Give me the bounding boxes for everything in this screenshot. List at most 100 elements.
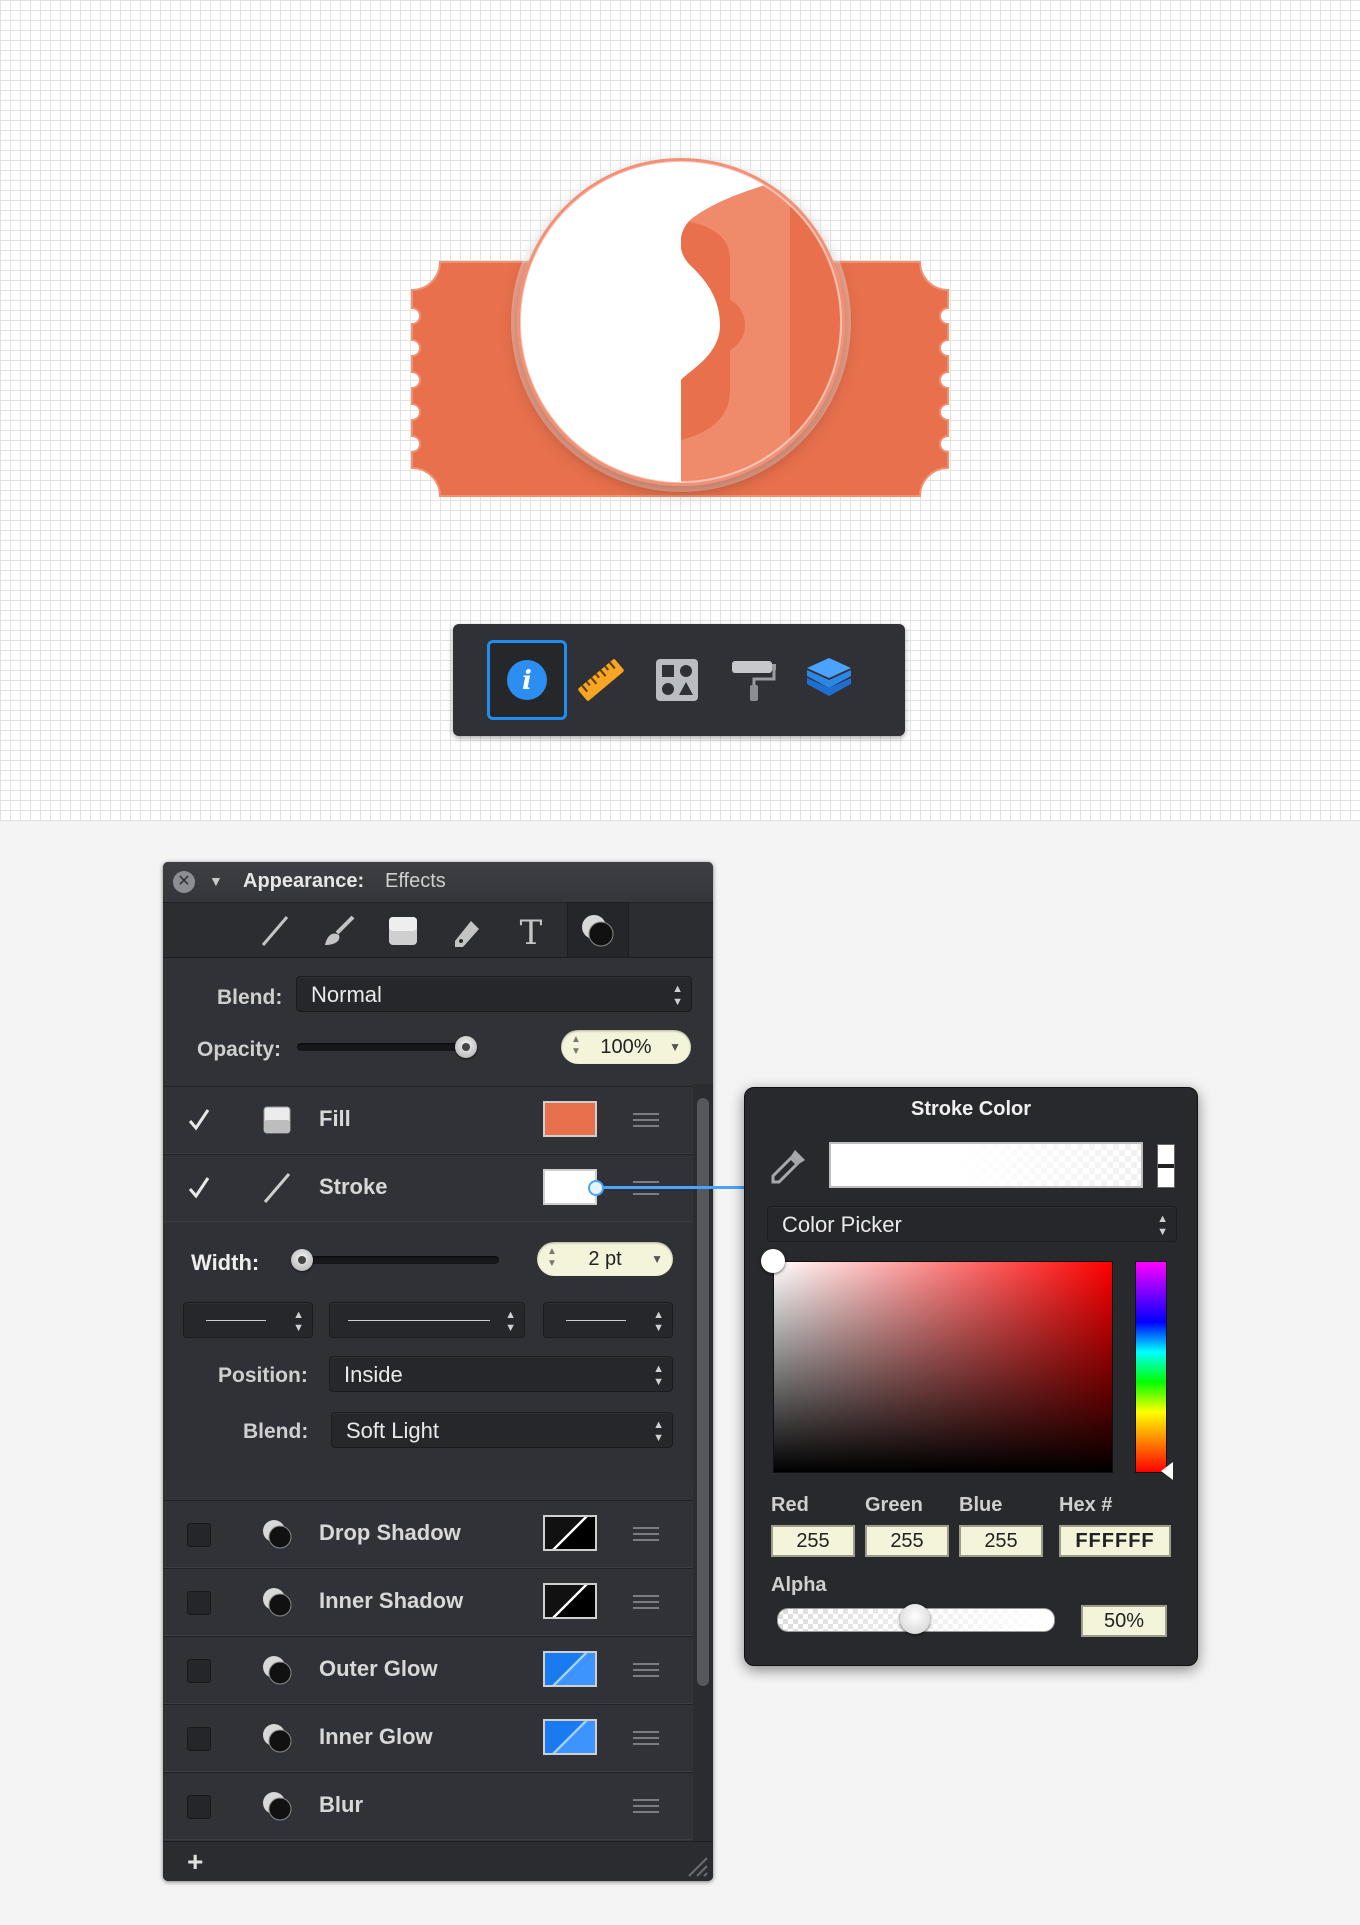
panel-footer: + (163, 1841, 713, 1881)
drag-handle-icon[interactable] (633, 1799, 659, 1813)
toolbar-button-ruler[interactable] (561, 640, 641, 720)
artboard-canvas[interactable]: i (0, 0, 1360, 821)
blend-label: Blend: (217, 986, 283, 1009)
dash-pattern-dropdown[interactable]: ▲ ▼ (329, 1302, 525, 1338)
connector-dot (588, 1180, 604, 1196)
saturation-brightness-field[interactable] (773, 1261, 1113, 1473)
toolbar-button-layers[interactable] (789, 640, 869, 720)
tab-eraser[interactable] (447, 911, 487, 951)
effects-icon (263, 1792, 292, 1821)
inner-glow-row: Inner Glow (163, 1704, 693, 1772)
blue-label: Blue (959, 1494, 1003, 1516)
line-end-dropdown[interactable]: ▲ ▼ (543, 1302, 673, 1338)
paint-roller-icon (732, 661, 776, 701)
swap-colors-icon[interactable] (1157, 1144, 1175, 1188)
ticket-illustration (411, 152, 949, 497)
hue-slider-marker-icon[interactable] (1161, 1462, 1173, 1480)
popover-title: Stroke Color (910, 1098, 1032, 1120)
panel-scrollbar[interactable] (693, 1084, 713, 1841)
drop-shadow-checkbox[interactable] (187, 1523, 211, 1547)
drag-handle-icon[interactable] (633, 1731, 659, 1745)
width-stepper[interactable]: ▲ ▼ 2 pt ▼ (537, 1242, 673, 1276)
width-slider-knob[interactable] (291, 1249, 313, 1271)
panel-subtitle: Effects (385, 870, 446, 892)
outer-glow-color-swatch[interactable] (543, 1651, 597, 1687)
toolbar-button-paint-roller[interactable] (713, 640, 793, 720)
alpha-slider-knob[interactable] (900, 1604, 930, 1634)
info-icon: i (507, 660, 547, 700)
red-field[interactable]: 255 (771, 1525, 855, 1557)
inner-shadow-color-swatch[interactable] (543, 1583, 597, 1619)
green-label: Green (865, 1494, 923, 1516)
inner-glow-label: Inner Glow (319, 1724, 433, 1749)
updown-arrows-icon: ▲ ▼ (672, 983, 683, 1008)
drag-handle-icon[interactable] (633, 1113, 659, 1127)
opacity-slider-knob[interactable] (455, 1036, 477, 1058)
hue-slider[interactable] (1135, 1261, 1167, 1473)
line-start-dropdown[interactable]: ▲ ▼ (183, 1302, 313, 1338)
tab-text[interactable]: T (511, 911, 551, 953)
tab-fill[interactable] (383, 911, 423, 951)
drag-handle-icon[interactable] (633, 1527, 659, 1541)
updown-arrows-icon: ▲ ▼ (653, 1309, 664, 1334)
green-field[interactable]: 255 (865, 1525, 949, 1557)
fill-color-swatch[interactable] (543, 1101, 597, 1137)
blue-field[interactable]: 255 (959, 1525, 1043, 1557)
alpha-field[interactable]: 50% (1081, 1605, 1167, 1637)
stroke-blend-dropdown[interactable]: Soft Light ▲ ▼ (331, 1412, 673, 1448)
appearance-tabs: T (163, 903, 713, 958)
drop-shadow-color-swatch[interactable] (543, 1515, 597, 1551)
tab-effects[interactable] (567, 903, 629, 957)
drag-handle-icon[interactable] (633, 1663, 659, 1677)
stroke-color-popover: Stroke Color Color Picker ▲ ▼ Red Green B… (744, 1087, 1198, 1666)
tab-brush[interactable] (319, 911, 359, 951)
blur-checkbox[interactable] (187, 1795, 211, 1819)
color-field-cursor[interactable] (761, 1249, 785, 1273)
resize-grip-icon[interactable] (683, 1852, 709, 1878)
line-sample-icon (566, 1320, 626, 1321)
toolbar-button-symbols[interactable] (637, 640, 717, 720)
effects-icon (263, 1656, 292, 1685)
stroke-checkbox-checked[interactable] (187, 1176, 211, 1200)
blend-value: Normal (311, 982, 382, 1007)
inner-shadow-label: Inner Shadow (319, 1588, 464, 1613)
effects-icon (263, 1588, 292, 1617)
add-effect-button[interactable]: + (187, 1846, 203, 1878)
popover-connector (596, 1186, 746, 1189)
stepper-arrows-icon: ▲ ▼ (547, 1246, 557, 1269)
drag-handle-icon[interactable] (633, 1595, 659, 1609)
stepper-arrows-icon: ▲ ▼ (571, 1034, 581, 1057)
opacity-stepper[interactable]: ▲ ▼ 100% ▼ (561, 1030, 691, 1064)
drop-shadow-label: Drop Shadow (319, 1520, 461, 1545)
opacity-slider[interactable] (297, 1043, 469, 1051)
updown-arrows-icon: ▲ ▼ (293, 1309, 304, 1334)
inner-glow-checkbox[interactable] (187, 1727, 211, 1751)
blend-dropdown[interactable]: Normal ▲ ▼ (296, 976, 692, 1012)
updown-arrows-icon: ▲ ▼ (653, 1419, 664, 1444)
color-preview-well (829, 1142, 1143, 1188)
inner-glow-color-swatch[interactable] (543, 1719, 597, 1755)
text-icon: T (520, 913, 543, 953)
toolbar-button-info[interactable]: i (487, 640, 567, 720)
hex-field[interactable]: FFFFFF (1059, 1525, 1171, 1557)
tab-stroke[interactable] (255, 911, 295, 951)
svg-text:T: T (520, 913, 543, 951)
outer-glow-checkbox[interactable] (187, 1659, 211, 1683)
symbols-icon (656, 659, 698, 701)
stroke-icon (263, 1173, 291, 1203)
effects-icon (582, 915, 614, 947)
brush-icon (325, 915, 355, 945)
drop-shadow-row: Drop Shadow (163, 1500, 693, 1568)
width-slider[interactable] (301, 1256, 499, 1264)
close-icon[interactable]: ✕ (173, 871, 195, 893)
picker-mode-dropdown[interactable]: Color Picker ▲ ▼ (767, 1206, 1177, 1242)
disclosure-triangle-icon[interactable]: ▼ (209, 873, 223, 889)
fill-checkbox-checked[interactable] (187, 1108, 211, 1132)
picker-mode-value: Color Picker (782, 1212, 902, 1237)
eyedropper-icon[interactable] (767, 1144, 811, 1188)
inner-shadow-checkbox[interactable] (187, 1591, 211, 1615)
opacity-label: Opacity: (197, 1038, 282, 1061)
updown-arrows-icon: ▲ ▼ (1157, 1213, 1168, 1238)
svg-text:i: i (522, 666, 532, 696)
position-dropdown[interactable]: Inside ▲ ▼ (329, 1356, 673, 1392)
